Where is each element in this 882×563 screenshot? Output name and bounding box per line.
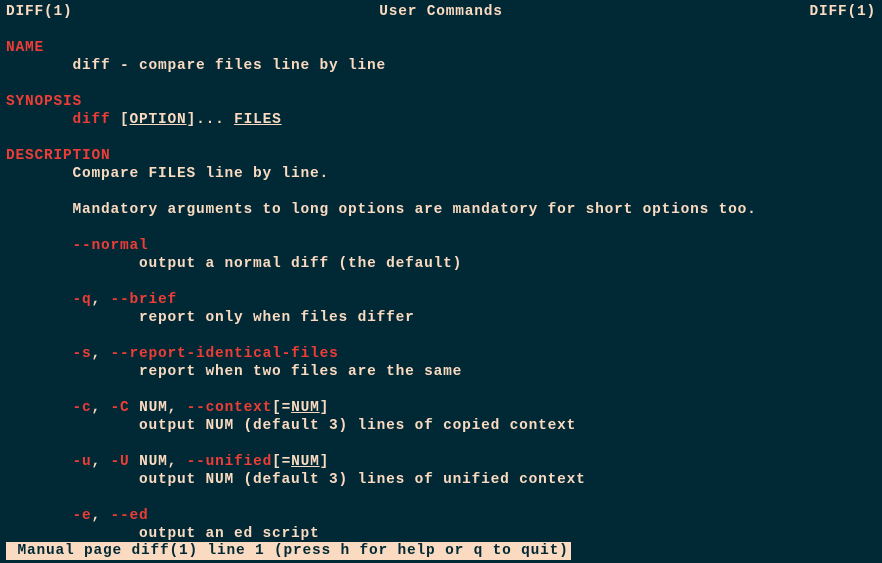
man-header: DIFF(1) User Commands DIFF(1) (6, 3, 876, 21)
opt-brief-desc: report only when files differ (6, 309, 876, 327)
blank (6, 183, 876, 201)
blank (6, 219, 876, 237)
section-name-title: NAME (6, 39, 876, 57)
status-bar[interactable]: Manual page diff(1) line 1 (press h for … (6, 542, 571, 560)
opt-normal-desc: output a normal diff (the default) (6, 255, 876, 273)
blank (6, 381, 876, 399)
opt-unified: -u, -U NUM, --unified[=NUM] (6, 453, 876, 471)
opt-normal: --normal (6, 237, 876, 255)
opt-ed: -e, --ed (6, 507, 876, 525)
blank (6, 327, 876, 345)
synopsis-files: FILES (234, 112, 282, 128)
opt-report-desc: report when two files are the same (6, 363, 876, 381)
opt-context-desc: output NUM (default 3) lines of copied c… (6, 417, 876, 435)
man-page-viewer[interactable]: DIFF(1) User Commands DIFF(1) NAME diff … (0, 0, 882, 563)
blank (6, 129, 876, 147)
section-description-title: DESCRIPTION (6, 147, 876, 165)
synopsis-line: diff [OPTION]... FILES (6, 111, 876, 129)
blank (6, 489, 876, 507)
opt-report: -s, --report-identical-files (6, 345, 876, 363)
desc-intro1: Compare FILES line by line. (6, 165, 876, 183)
opt-ed-desc: output an ed script (6, 525, 876, 543)
opt-brief: -q, --brief (6, 291, 876, 309)
synopsis-cmd: diff (73, 112, 111, 128)
synopsis-option: OPTION (130, 112, 187, 128)
blank (6, 273, 876, 291)
desc-intro2: Mandatory arguments to long options are … (6, 201, 876, 219)
blank (6, 435, 876, 453)
name-line: diff - compare files line by line (6, 57, 876, 75)
header-left: DIFF(1) (6, 3, 73, 21)
blank (6, 75, 876, 93)
header-right: DIFF(1) (809, 3, 876, 21)
opt-unified-desc: output NUM (default 3) lines of unified … (6, 471, 876, 489)
section-synopsis-title: SYNOPSIS (6, 93, 876, 111)
header-center: User Commands (379, 3, 503, 21)
opt-context: -c, -C NUM, --context[=NUM] (6, 399, 876, 417)
blank (6, 21, 876, 39)
